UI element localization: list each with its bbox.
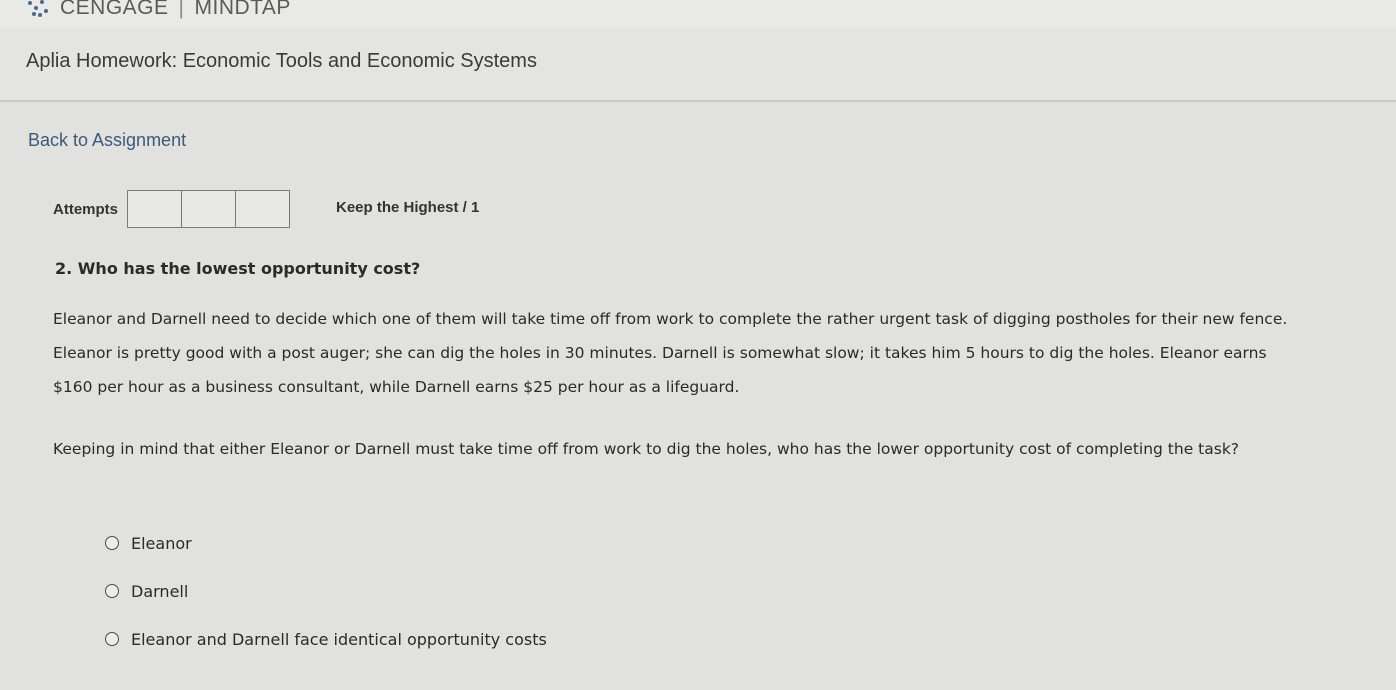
cengage-logo-icon — [26, 0, 54, 19]
radio-button[interactable] — [105, 536, 119, 550]
attempt-box — [236, 191, 289, 227]
radio-button[interactable] — [105, 584, 119, 598]
option-darnell[interactable]: Darnell — [105, 579, 188, 603]
question-paragraph: Eleanor and Darnell need to decide which… — [53, 310, 1288, 396]
brand-separator: | — [178, 0, 185, 19]
back-to-assignment-link[interactable]: Back to Assignment — [28, 130, 186, 151]
attempts-label: Attempts — [53, 201, 119, 218]
page-title: Aplia Homework: Economic Tools and Econo… — [26, 50, 537, 72]
attempt-box — [128, 191, 182, 227]
question-prompt: Keeping in mind that either Eleanor or D… — [53, 440, 1240, 458]
radio-button[interactable] — [105, 632, 119, 646]
option-label: Eleanor — [131, 533, 192, 553]
option-eleanor[interactable]: Eleanor — [105, 531, 192, 555]
brand-logo: CENGAGE | MINDTAP — [26, 0, 291, 22]
option-label: Darnell — [131, 581, 189, 601]
title-bar: Aplia Homework: Economic Tools and Econo… — [0, 28, 1396, 102]
top-bar: CENGAGE | MINDTAP — [0, 0, 1396, 29]
brand-name: CENGAGE — [60, 0, 169, 19]
attempt-box — [182, 191, 236, 227]
attempt-boxes — [127, 190, 290, 228]
option-identical[interactable]: Eleanor and Darnell face identical oppor… — [105, 627, 547, 651]
main-content: Back to Assignment Attempts Keep the Hig… — [0, 102, 1396, 690]
brand-product: MINDTAP — [194, 0, 291, 19]
keep-highest-label: Keep the Highest / 1 — [336, 199, 480, 216]
option-label: Eleanor and Darnell face identical oppor… — [131, 629, 547, 649]
question-title: 2. Who has the lowest opportunity cost? — [55, 259, 421, 278]
